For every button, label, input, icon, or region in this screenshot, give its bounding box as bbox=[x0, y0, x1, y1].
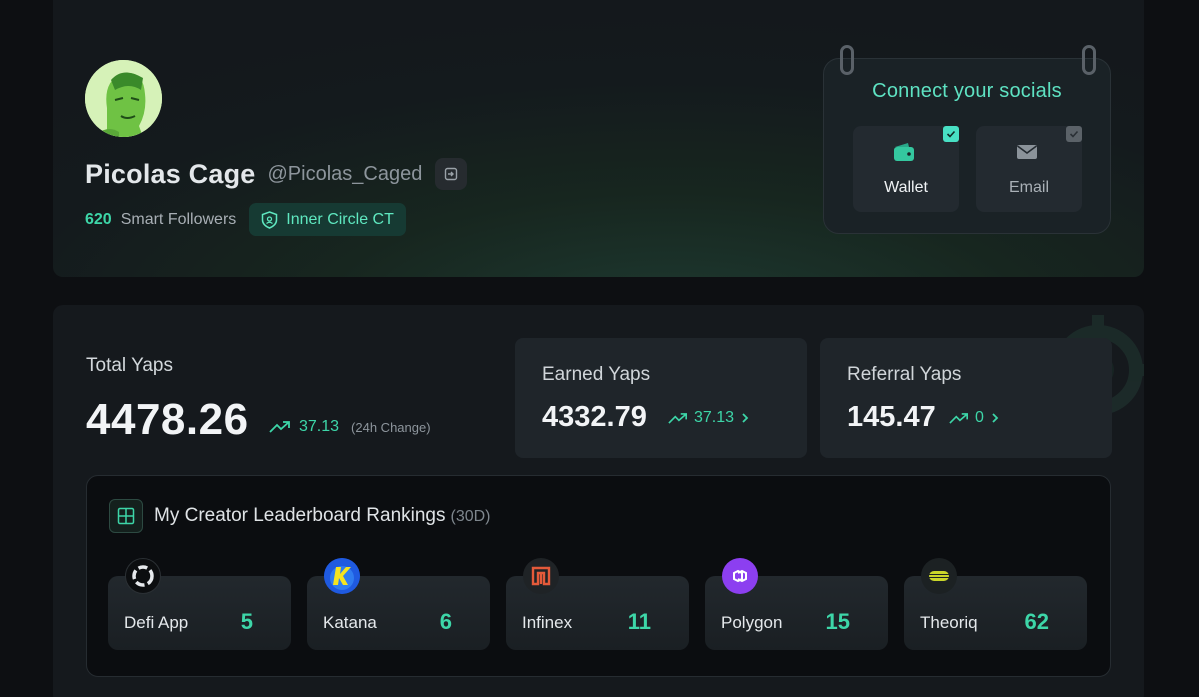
total-yaps-value: 4478.26 bbox=[86, 395, 249, 444]
chevron-right-icon[interactable] bbox=[990, 412, 1000, 424]
rank-number: 6 bbox=[439, 609, 452, 634]
shield-icon bbox=[262, 210, 278, 229]
referral-yaps-card[interactable]: Referral Yaps 145.47 0 bbox=[820, 338, 1112, 458]
stats-card: Total Yaps 4478.26 37.13 (24h Change) Ea… bbox=[53, 305, 1144, 697]
earned-yaps-card[interactable]: Earned Yaps 4332.79 37.13 bbox=[515, 338, 807, 458]
wallet-icon bbox=[892, 141, 916, 168]
rank-name: Polygon bbox=[721, 613, 783, 632]
email-tile[interactable]: Email bbox=[976, 126, 1082, 212]
profile-card: Picolas Cage @Picolas_Caged 620 Smart Fo… bbox=[53, 0, 1144, 277]
total-yaps-change: 37.13 (24h Change) bbox=[269, 418, 431, 436]
layout-grid-icon bbox=[109, 499, 143, 533]
referral-yaps-value: 145.47 bbox=[847, 401, 936, 433]
chevron-right-icon[interactable] bbox=[740, 412, 750, 424]
rank-name: Katana bbox=[323, 613, 377, 632]
avatar[interactable] bbox=[85, 60, 162, 137]
total-yaps-change-note: (24h Change) bbox=[351, 419, 431, 435]
followers-label: Smart Followers bbox=[120, 210, 237, 228]
referral-yaps-label: Referral Yaps bbox=[847, 364, 962, 385]
rank-number: 5 bbox=[240, 609, 253, 634]
trend-up-icon bbox=[269, 421, 290, 433]
referral-yaps-change-value: 0 bbox=[975, 409, 984, 426]
rank-name: Theoriq bbox=[920, 613, 978, 632]
rank-card-defi-app[interactable]: Defi App 5 bbox=[108, 558, 291, 650]
rank-card-theoriq[interactable]: Theoriq 62 bbox=[904, 558, 1087, 650]
rank-card-polygon[interactable]: Polygon 15 bbox=[705, 558, 888, 650]
total-yaps-label: Total Yaps bbox=[86, 355, 173, 376]
total-yaps-change-value: 37.13 bbox=[299, 418, 340, 435]
logout-button[interactable] bbox=[435, 158, 468, 190]
wallet-connected-check-icon bbox=[943, 126, 959, 142]
rank-name: Infinex bbox=[522, 613, 573, 632]
mail-icon bbox=[1015, 141, 1039, 168]
referral-yaps-change: 0 bbox=[949, 409, 1000, 427]
followers-row: 620 Smart Followers Inner Circle CT bbox=[85, 203, 406, 236]
binder-ring-left bbox=[840, 45, 854, 75]
rank-number: 62 bbox=[1024, 609, 1049, 634]
leaderboard-title-text: My Creator Leaderboard Rankings bbox=[154, 505, 446, 526]
earned-yaps-change: 37.13 bbox=[668, 409, 750, 427]
binder-ring-right bbox=[1082, 45, 1096, 75]
defi-app-logo-icon bbox=[125, 558, 161, 594]
email-label: Email bbox=[1008, 179, 1049, 196]
rank-number: 15 bbox=[825, 609, 850, 634]
katana-logo-icon bbox=[324, 558, 360, 594]
leaderboard-period: (30D) bbox=[450, 508, 491, 525]
email-check-icon bbox=[1066, 126, 1082, 142]
inner-circle-label: Inner Circle CT bbox=[286, 210, 394, 228]
infinex-logo-icon bbox=[523, 558, 559, 594]
logout-icon bbox=[445, 167, 458, 181]
theoriq-logo-icon bbox=[921, 558, 957, 594]
earned-yaps-value: 4332.79 bbox=[542, 401, 647, 433]
wallet-label: Wallet bbox=[884, 179, 928, 196]
followers-count: 620 bbox=[85, 210, 112, 228]
socials-title: Connect your socials bbox=[872, 80, 1062, 102]
leaderboard-title: My Creator Leaderboard Rankings (30D) bbox=[154, 505, 491, 527]
trend-up-icon bbox=[949, 412, 968, 424]
inner-circle-badge[interactable]: Inner Circle CT bbox=[249, 203, 406, 236]
earned-yaps-label: Earned Yaps bbox=[542, 364, 651, 385]
polygon-logo-icon bbox=[722, 558, 758, 594]
earned-yaps-change-value: 37.13 bbox=[694, 409, 735, 426]
rank-card-katana[interactable]: Katana 6 bbox=[307, 558, 490, 650]
rank-number: 11 bbox=[627, 609, 651, 634]
rank-card-infinex[interactable]: Infinex 11 bbox=[506, 558, 689, 650]
connect-socials-panel: Connect your socials Wallet Email bbox=[823, 45, 1111, 234]
leaderboard-panel: My Creator Leaderboard Rankings (30D) Def… bbox=[86, 475, 1111, 677]
name-row: Picolas Cage @Picolas_Caged bbox=[85, 158, 468, 190]
trend-up-icon bbox=[668, 412, 687, 424]
handle: @Picolas_Caged bbox=[267, 162, 423, 185]
rank-name: Defi App bbox=[124, 613, 189, 632]
wallet-tile[interactable]: Wallet bbox=[853, 126, 959, 212]
display-name: Picolas Cage bbox=[85, 158, 256, 189]
